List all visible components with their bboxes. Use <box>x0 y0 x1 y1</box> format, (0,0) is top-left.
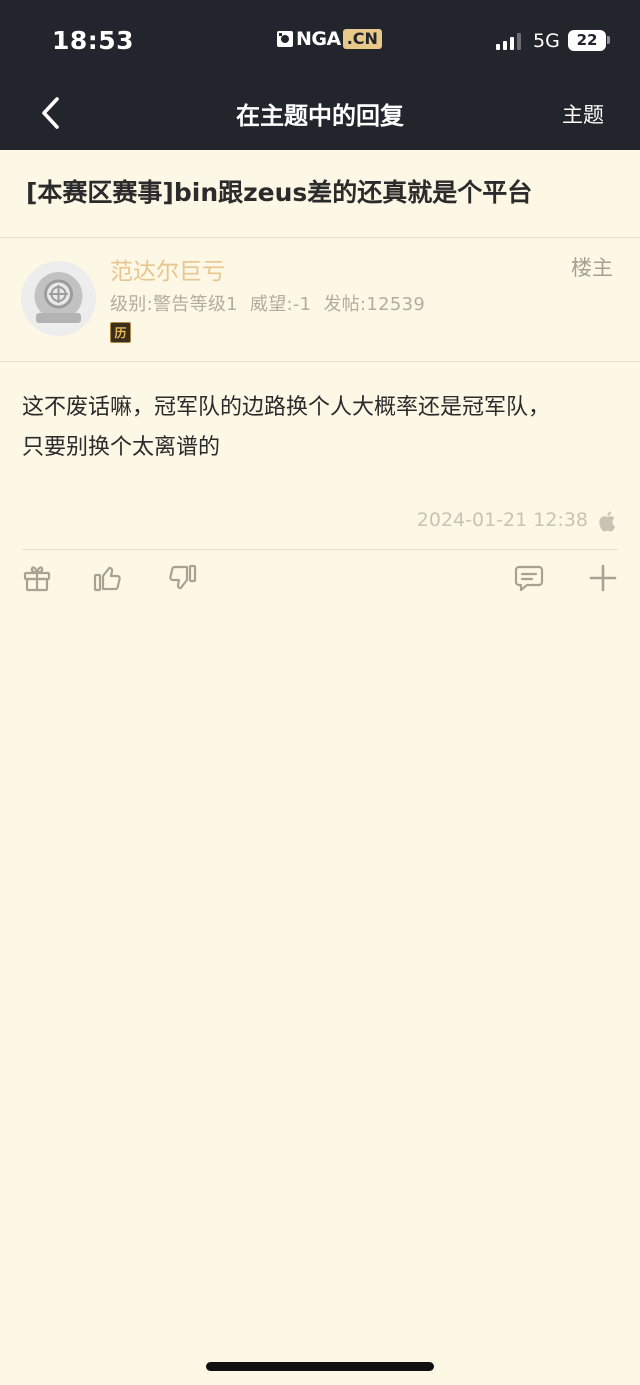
post-content: 这不废话嘛，冠军队的边路换个人大概率还是冠军队， 只要别换个太离谱的 <box>22 388 622 468</box>
home-indicator[interactable] <box>206 1362 434 1371</box>
apple-icon <box>599 511 616 532</box>
default-avatar-icon <box>21 261 96 336</box>
author-prestige: 威望:-1 <box>249 294 312 315</box>
post-content-line: 这不废话嘛，冠军队的边路换个人大概率还是冠军队， <box>22 395 551 420</box>
nga-logo-icon <box>277 31 293 47</box>
top-bar: 18:53 NGA .CN 5G 22 在主题中的回复 主题 <box>0 0 640 150</box>
nga-logo: NGA .CN <box>276 28 382 50</box>
author-name[interactable]: 范达尔巨亏 <box>110 252 225 286</box>
network-type: 5G <box>533 30 560 52</box>
logo-text: NGA <box>296 28 341 50</box>
title-divider <box>0 237 640 238</box>
page-title: 在主题中的回复 <box>236 102 404 130</box>
post-content-line: 只要别换个太离谱的 <box>22 435 221 460</box>
author-post-count: 发帖:12539 <box>323 294 426 315</box>
post-timestamp: 2024-01-21 12:38 <box>416 509 588 531</box>
status-bar: 18:53 NGA .CN 5G 22 <box>0 0 640 80</box>
action-divider <box>22 549 618 550</box>
avatar[interactable] <box>21 261 96 336</box>
cellular-signal-icon <box>496 33 521 50</box>
gift-icon[interactable] <box>22 563 52 593</box>
thumbs-up-icon[interactable] <box>93 563 123 593</box>
plus-icon[interactable] <box>588 563 618 593</box>
topic-button[interactable]: 主题 <box>562 99 604 129</box>
back-chevron-icon[interactable] <box>38 96 64 130</box>
author-meta: 级别:警告等级1 威望:-1 发帖:12539 <box>110 290 437 316</box>
header-divider <box>0 361 640 362</box>
logo-domain: .CN <box>342 29 382 49</box>
thumbs-down-icon[interactable] <box>167 563 197 593</box>
author-level: 级别:警告等级1 <box>110 294 238 315</box>
battery-icon: 22 <box>568 30 606 51</box>
battery-tip <box>607 36 610 44</box>
comment-icon[interactable] <box>514 563 544 593</box>
status-time: 18:53 <box>52 26 135 55</box>
floor-label: 楼主 <box>571 256 613 280</box>
thread-title: [本赛区赛事]bin跟zeus差的还真就是个平台 <box>26 178 533 207</box>
author-badge-icon[interactable]: 历 <box>110 322 131 343</box>
